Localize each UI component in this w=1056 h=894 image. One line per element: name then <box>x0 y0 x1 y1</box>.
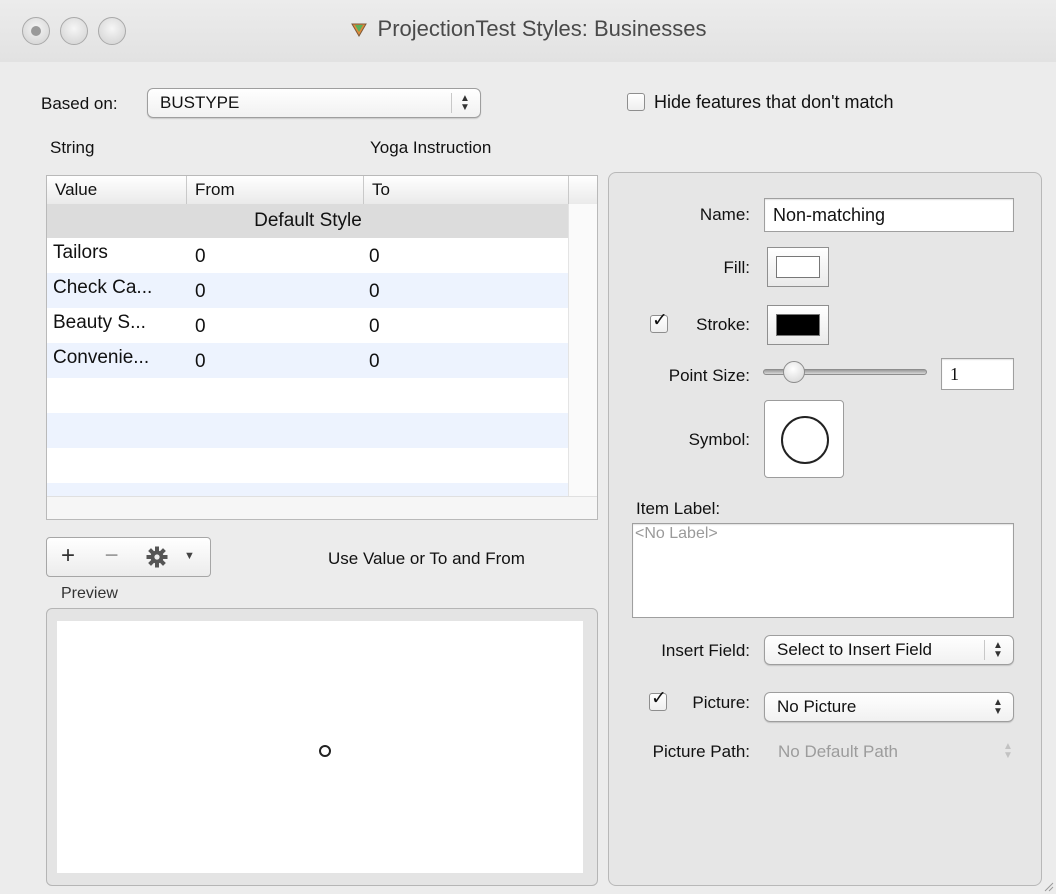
cell-to: 0 <box>369 351 380 372</box>
instruction-label: Yoga Instruction <box>370 138 492 157</box>
hide-features-checkbox[interactable] <box>627 93 645 111</box>
symbol-picker[interactable] <box>764 400 844 478</box>
title-bar: ProjectionTest Styles: Businesses <box>0 0 1056 62</box>
empty-row <box>47 448 569 483</box>
point-size-slider-knob[interactable] <box>783 361 805 383</box>
circle-symbol-icon <box>781 416 829 464</box>
cell-value: Convenie... <box>53 347 150 368</box>
based-on-popup[interactable]: BUSTYPE ▲ ▼ <box>147 88 481 118</box>
stroke-color-well[interactable] <box>767 305 829 345</box>
window-title: ProjectionTest Styles: Businesses <box>377 16 707 41</box>
empty-row <box>47 378 569 413</box>
table-vertical-scrollbar[interactable] <box>568 204 597 497</box>
picture-path-value: No Default Path <box>778 742 899 761</box>
window-title-area: ProjectionTest Styles: Businesses <box>0 16 1056 42</box>
column-header-from[interactable]: From <box>187 176 364 204</box>
cell-to: 0 <box>369 246 380 267</box>
table-row[interactable]: Check Ca... 0 0 <box>47 273 569 308</box>
insert-field-label: Insert Field: <box>661 641 750 660</box>
picture-value: No Picture <box>777 697 857 716</box>
updown-arrows-icon: ▲ ▼ <box>993 640 1003 660</box>
style-table: Value From To Default Style Tailors 0 0 … <box>46 175 598 520</box>
insert-field-popup[interactable]: Select to Insert Field ▲ ▼ <box>764 635 1014 665</box>
resize-grip-icon[interactable] <box>1042 880 1054 892</box>
based-on-label: Based on: <box>41 94 118 113</box>
stroke-label: Stroke: <box>696 315 750 334</box>
gear-icon <box>146 546 168 568</box>
string-label: String <box>50 138 95 157</box>
picture-popup[interactable]: No Picture ▲ ▼ <box>764 692 1014 722</box>
name-field[interactable]: Non-matching <box>764 198 1014 232</box>
item-label-field[interactable]: <No Label> <box>632 523 1014 618</box>
dropdown-triangle-icon: ▼ <box>184 550 195 562</box>
point-size-field[interactable]: 1 <box>941 358 1014 390</box>
cell-from: 0 <box>195 351 206 372</box>
cell-from: 0 <box>195 281 206 302</box>
picture-path-stepper-icon: ▲ ▼ <box>1003 741 1013 761</box>
table-row[interactable]: Beauty S... 0 0 <box>47 308 569 343</box>
name-label: Name: <box>699 205 750 224</box>
table-row[interactable]: Tailors 0 0 <box>47 238 569 273</box>
insert-field-value: Select to Insert Field <box>777 640 932 659</box>
stroke-color-swatch <box>776 314 820 336</box>
picture-label: Picture: <box>692 693 750 712</box>
cell-from: 0 <box>195 316 206 337</box>
cell-from: 0 <box>195 246 206 267</box>
value-hint-text: Use Value or To and From <box>328 549 525 568</box>
point-size-label: Point Size: <box>668 366 750 385</box>
preview-point-symbol <box>319 745 331 757</box>
add-button[interactable]: + <box>46 537 90 577</box>
preview-label: Preview <box>61 585 118 602</box>
cell-to: 0 <box>369 316 380 337</box>
empty-row <box>47 483 569 497</box>
picture-path-label: Picture Path: <box>652 742 750 761</box>
column-header-to[interactable]: To <box>364 176 569 204</box>
preview-canvas <box>57 621 583 873</box>
document-icon <box>350 23 367 37</box>
updown-arrows-icon: ▲ ▼ <box>460 93 470 113</box>
fill-label: Fill: <box>723 258 750 277</box>
fill-color-swatch <box>776 256 820 278</box>
updown-arrows-icon: ▲ ▼ <box>993 697 1003 717</box>
styles-window: ProjectionTest Styles: Businesses Based … <box>0 0 1056 894</box>
cell-value: Beauty S... <box>53 312 146 333</box>
item-label-label: Item Label: <box>636 499 721 518</box>
stroke-checkbox[interactable]: ✓ <box>650 311 668 333</box>
default-style-row[interactable]: Default Style <box>47 204 569 238</box>
column-header-value[interactable]: Value <box>47 176 187 204</box>
fill-color-well[interactable] <box>767 247 829 287</box>
remove-button[interactable]: − <box>89 537 135 577</box>
table-header: Value From To <box>47 176 597 205</box>
preview-box <box>46 608 598 886</box>
table-horizontal-scrollbar[interactable] <box>47 496 597 519</box>
cell-value: Tailors <box>53 242 108 263</box>
picture-checkbox[interactable]: ✓ <box>649 689 667 711</box>
symbol-label: Symbol: <box>688 430 750 449</box>
cell-value: Check Ca... <box>53 277 153 298</box>
based-on-value: BUSTYPE <box>160 93 240 112</box>
hide-features-label: Hide features that don't match <box>654 92 894 112</box>
cell-to: 0 <box>369 281 380 302</box>
action-menu-button[interactable]: ▼ <box>134 537 211 577</box>
empty-row <box>47 413 569 448</box>
table-row[interactable]: Convenie... 0 0 <box>47 343 569 378</box>
